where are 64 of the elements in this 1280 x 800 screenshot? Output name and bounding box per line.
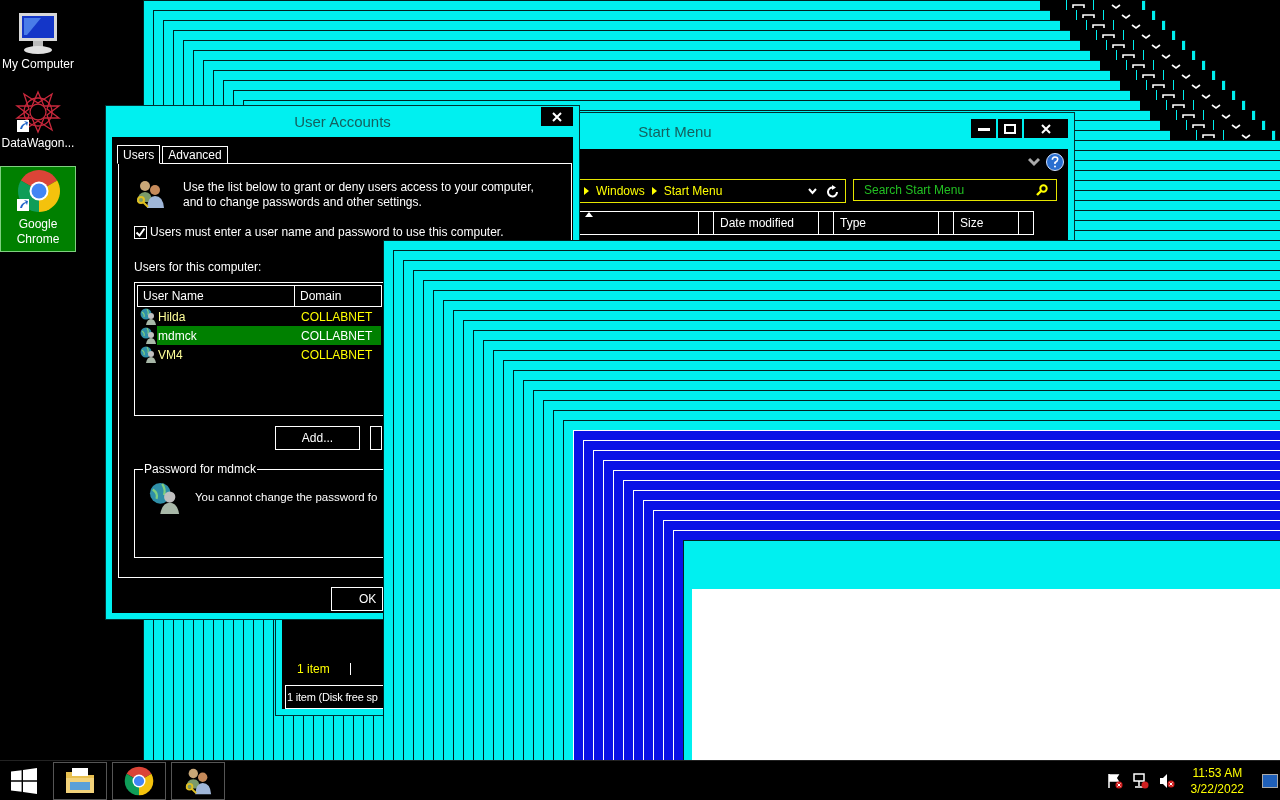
window-title: Start Menu: [638, 122, 712, 140]
user-row[interactable]: mdmck COLLABNET: [157, 326, 381, 345]
user-globe-icon: [139, 346, 157, 363]
column-header[interactable]: Domain: [294, 285, 382, 307]
dropdown-icon[interactable]: [808, 187, 817, 195]
help-icon[interactable]: [1046, 153, 1064, 171]
sort-arrow-icon: [585, 212, 593, 217]
folder-icon: [64, 765, 96, 796]
breadcrumb[interactable]: Windows: [596, 184, 645, 198]
flag-error-icon[interactable]: [1106, 772, 1123, 789]
network-icon[interactable]: [1132, 772, 1149, 789]
address-bar[interactable]: Windows Start Menu: [580, 179, 846, 203]
group-title: Password for mdmck: [143, 462, 258, 476]
column-header[interactable]: User Name: [137, 285, 295, 307]
user-row[interactable]: VM4 COLLABNET: [157, 345, 381, 364]
column-header[interactable]: Size: [953, 211, 1034, 235]
add-button[interactable]: Add...: [275, 426, 360, 450]
show-desktop-button[interactable]: [1262, 773, 1278, 788]
user-globe-icon: [139, 308, 157, 325]
breadcrumb-arrow-icon[interactable]: [584, 187, 589, 195]
item-count: 1 item: [297, 662, 330, 676]
breadcrumb-arrow-icon[interactable]: [651, 187, 657, 195]
search-field[interactable]: Search Start Menu: [853, 179, 1057, 201]
close-icon: [552, 111, 562, 122]
maximize-button[interactable]: [998, 119, 1022, 138]
user-globe-icon: [149, 482, 181, 514]
tab[interactable]: Advanced: [162, 146, 228, 163]
ok-button[interactable]: OK: [331, 587, 383, 611]
taskbar-button[interactable]: [53, 761, 107, 800]
star-shortcut-icon: [15, 90, 61, 134]
maximize-icon: [1004, 123, 1016, 134]
minimize-button[interactable]: [971, 119, 996, 138]
clock[interactable]: 11:53 AM 3/22/2022: [1190, 764, 1244, 797]
checkbox[interactable]: [134, 225, 147, 239]
desktop-icon[interactable]: My Computer: [0, 8, 76, 77]
users-icon: [134, 178, 166, 210]
chrome-shortcut-icon: [15, 169, 61, 215]
user-globe-icon: [139, 327, 157, 344]
dialog-button[interactable]: [370, 426, 382, 450]
windows-logo-icon: [11, 767, 37, 794]
password-message: You cannot change the password fo: [195, 491, 378, 503]
desktop-icon[interactable]: DataWagon...: [0, 87, 76, 156]
chevron-down-icon[interactable]: [1028, 157, 1040, 167]
tab[interactable]: Users: [117, 145, 161, 164]
close-icon: [1041, 123, 1051, 134]
taskbar-button[interactable]: [112, 761, 166, 800]
column-header[interactable]: [579, 211, 714, 235]
search-icon[interactable]: [1036, 184, 1048, 196]
column-header[interactable]: Date modified: [713, 211, 834, 235]
intro-text: Use the list below to grant or deny users access to your computer, and to change passwords and other settings.: [183, 180, 535, 210]
taskbar-button[interactable]: [171, 761, 225, 800]
breadcrumb[interactable]: Start Menu: [663, 184, 723, 198]
list-caption: Users for this computer:: [134, 260, 263, 274]
desktop-icon[interactable]: Google Chrome: [0, 166, 76, 252]
speaker-muted-icon[interactable]: [1158, 772, 1175, 789]
column-header[interactable]: Type: [833, 211, 954, 235]
close-button[interactable]: [541, 107, 573, 126]
chrome-icon: [124, 765, 154, 796]
refresh-icon[interactable]: [827, 184, 839, 198]
user-row[interactable]: Hilda COLLABNET: [157, 307, 381, 326]
close-button[interactable]: [1024, 119, 1068, 138]
window-title: User Accounts: [294, 113, 391, 130]
checkbox-label[interactable]: Users must enter a user name and password to use this computer.: [150, 225, 504, 239]
minimize-icon: [977, 126, 990, 131]
